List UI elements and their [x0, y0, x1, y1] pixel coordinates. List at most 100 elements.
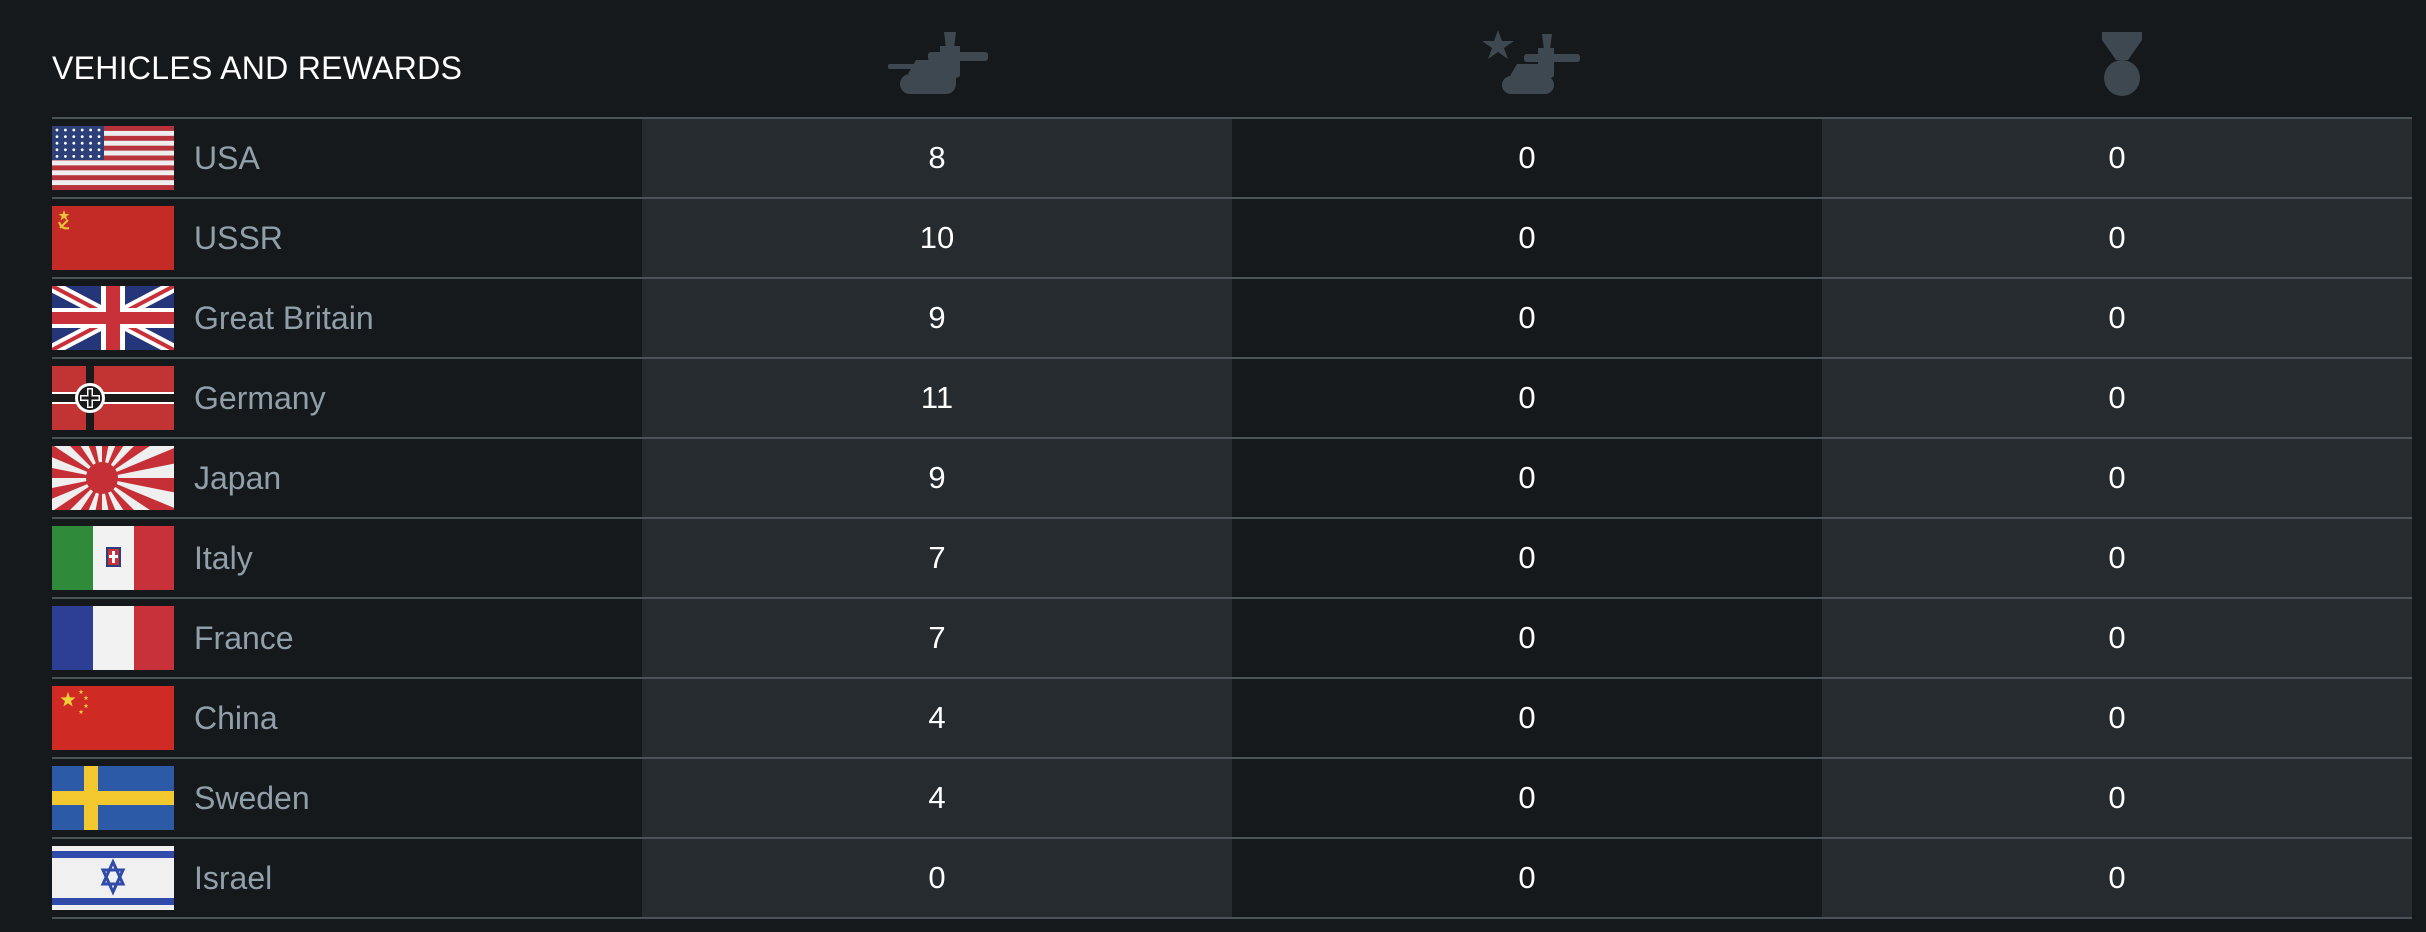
- vehicles-count-cell: 9: [642, 279, 1232, 357]
- rewards-count: 0: [2108, 780, 2126, 815]
- vehicles-count-cell: 9: [642, 439, 1232, 517]
- table-row: Sweden 4 0 0: [52, 759, 2412, 839]
- premium-vehicles-count: 0: [1518, 140, 1536, 175]
- vehicles-count-cell: 11: [642, 359, 1232, 437]
- vehicles-count: 4: [928, 780, 946, 815]
- table-row: USSR 10 0 0: [52, 199, 2412, 279]
- israel-flag-icon: [52, 846, 174, 910]
- rewards-count-cell: 0: [1822, 839, 2412, 917]
- premium-vehicles-count: 0: [1518, 220, 1536, 255]
- vehicles-count: 10: [919, 220, 955, 255]
- vehicles-count: 4: [928, 700, 946, 735]
- sweden-flag-icon: [52, 766, 174, 830]
- rewards-count-cell: 0: [1822, 519, 2412, 597]
- premium-vehicles-count: 0: [1518, 460, 1536, 495]
- vehicles-count-cell: 10: [642, 199, 1232, 277]
- premium-vehicles-count: 0: [1518, 700, 1536, 735]
- rewards-count: 0: [2108, 380, 2126, 415]
- vehicles-count: 9: [928, 460, 946, 495]
- rewards-count: 0: [2108, 700, 2126, 735]
- table-row: Great Britain 9 0 0: [52, 279, 2412, 359]
- rewards-count: 0: [2108, 140, 2126, 175]
- premium-vehicles-count-cell: 0: [1232, 439, 1822, 517]
- vehicles-count-cell: 7: [642, 519, 1232, 597]
- nation-cell: Italy: [52, 519, 642, 597]
- premium-vehicles-count-cell: 0: [1232, 119, 1822, 197]
- premium-vehicles-count-cell: 0: [1232, 359, 1822, 437]
- premium-vehicles-count: 0: [1518, 300, 1536, 335]
- rewards-count: 0: [2108, 540, 2126, 575]
- page-title: VEHICLES AND REWARDS: [52, 50, 463, 86]
- rewards-count-cell: 0: [1822, 279, 2412, 357]
- table-row: France 7 0 0: [52, 599, 2412, 679]
- nation-cell: USSR: [52, 199, 642, 277]
- country-name: USA: [194, 140, 260, 176]
- ussr-flag-icon: [52, 206, 174, 270]
- rewards-count: 0: [2108, 300, 2126, 335]
- premium-vehicles-count-cell: 0: [1232, 679, 1822, 757]
- country-name: China: [194, 700, 278, 736]
- table-row: Japan 9 0 0: [52, 439, 2412, 519]
- country-name: Germany: [194, 380, 326, 416]
- country-name: USSR: [194, 220, 283, 256]
- country-name: Japan: [194, 460, 282, 496]
- nation-cell: Japan: [52, 439, 642, 517]
- vehicles-count: 9: [928, 300, 946, 335]
- rewards-count: 0: [2108, 220, 2126, 255]
- vehicles-count-cell: 4: [642, 679, 1232, 757]
- rewards-count: 0: [2108, 620, 2126, 655]
- premium-vehicles-count: 0: [1518, 380, 1536, 415]
- usa-flag-icon: [52, 126, 174, 190]
- vehicles-rewards-panel: VEHICLES AND REWARDS USA 8 0 0 USSR 10 0…: [52, 0, 2412, 932]
- vehicles-count: 0: [928, 860, 946, 895]
- nation-cell: France: [52, 599, 642, 677]
- table-header: VEHICLES AND REWARDS: [52, 0, 2412, 119]
- premium-vehicles-count-cell: 0: [1232, 279, 1822, 357]
- premium-vehicles-count: 0: [1518, 540, 1536, 575]
- country-name: Italy: [194, 540, 253, 576]
- rewards-count-cell: 0: [1822, 359, 2412, 437]
- france-flag-icon: [52, 606, 174, 670]
- table-row: Germany 11 0 0: [52, 359, 2412, 439]
- rewards-count: 0: [2108, 860, 2126, 895]
- nation-cell: USA: [52, 119, 642, 197]
- premium-vehicles-count: 0: [1518, 780, 1536, 815]
- rewards-count-cell: 0: [1822, 759, 2412, 837]
- table-row: China 4 0 0: [52, 679, 2412, 759]
- premium-vehicles-count-cell: 0: [1232, 519, 1822, 597]
- country-name: Israel: [194, 860, 273, 896]
- vehicles-count: 8: [928, 140, 946, 175]
- great-britain-flag-icon: [52, 286, 174, 350]
- japan-flag-icon: [52, 446, 174, 510]
- nation-cell: China: [52, 679, 642, 757]
- rewards-count-cell: 0: [1822, 679, 2412, 757]
- rewards-count-cell: 0: [1822, 599, 2412, 677]
- china-flag-icon: [52, 686, 174, 750]
- country-name: France: [194, 620, 294, 656]
- rewards-count: 0: [2108, 460, 2126, 495]
- rewards-count-cell: 0: [1822, 199, 2412, 277]
- vehicles-count-cell: 8: [642, 119, 1232, 197]
- country-name: Great Britain: [194, 300, 374, 336]
- nation-cell: Sweden: [52, 759, 642, 837]
- vehicles-count: 7: [928, 540, 946, 575]
- premium-vehicles-count: 0: [1518, 620, 1536, 655]
- table-row: USA 8 0 0: [52, 119, 2412, 199]
- germany-flag-icon: [52, 366, 174, 430]
- vehicles-count-cell: 0: [642, 839, 1232, 917]
- vehicles-count-cell: 4: [642, 759, 1232, 837]
- nation-cell: Great Britain: [52, 279, 642, 357]
- nation-cell: Germany: [52, 359, 642, 437]
- premium-vehicles-icon: [1472, 26, 1592, 104]
- premium-vehicles-count-cell: 0: [1232, 599, 1822, 677]
- rewards-count-cell: 0: [1822, 119, 2412, 197]
- vehicles-count: 11: [920, 380, 954, 415]
- italy-flag-icon: [52, 526, 174, 590]
- vehicles-count: 7: [928, 620, 946, 655]
- table-row: Italy 7 0 0: [52, 519, 2412, 599]
- medal-icon: [2062, 26, 2182, 104]
- country-name: Sweden: [194, 780, 310, 816]
- premium-vehicles-count: 0: [1518, 860, 1536, 895]
- rewards-count-cell: 0: [1822, 439, 2412, 517]
- premium-vehicles-count-cell: 0: [1232, 839, 1822, 917]
